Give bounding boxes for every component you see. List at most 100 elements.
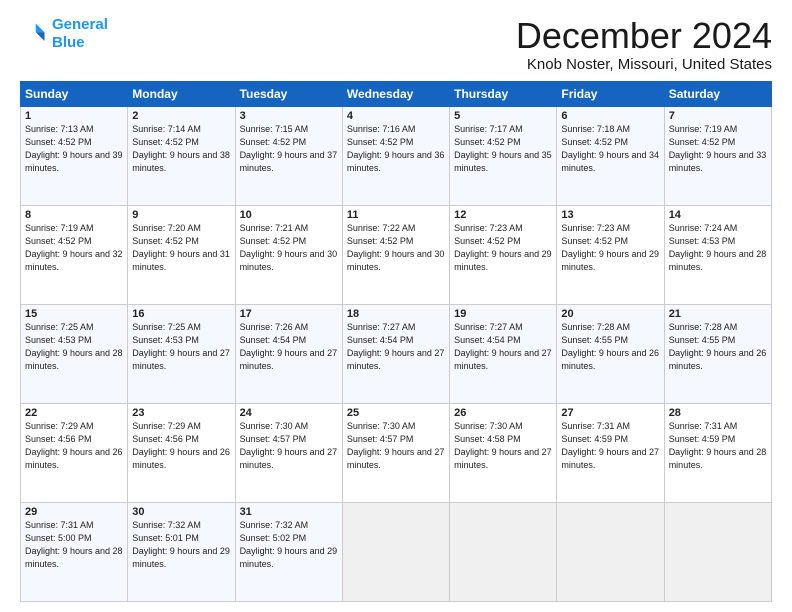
- day-info: Sunrise: 7:29 AMSunset: 4:56 PMDaylight:…: [132, 420, 230, 472]
- day-number: 28: [669, 407, 767, 419]
- day-info: Sunrise: 7:16 AMSunset: 4:52 PMDaylight:…: [347, 123, 445, 175]
- calendar-cell: 10Sunrise: 7:21 AMSunset: 4:52 PMDayligh…: [235, 205, 342, 304]
- col-friday: Friday: [557, 81, 664, 106]
- day-number: 12: [454, 209, 552, 221]
- day-info: Sunrise: 7:28 AMSunset: 4:55 PMDaylight:…: [669, 321, 767, 373]
- day-number: 13: [561, 209, 659, 221]
- main-title: December 2024: [516, 16, 772, 56]
- day-number: 14: [669, 209, 767, 221]
- day-number: 31: [240, 506, 338, 518]
- calendar-cell: 30Sunrise: 7:32 AMSunset: 5:01 PMDayligh…: [128, 502, 235, 601]
- day-number: 10: [240, 209, 338, 221]
- day-info: Sunrise: 7:18 AMSunset: 4:52 PMDaylight:…: [561, 123, 659, 175]
- day-info: Sunrise: 7:14 AMSunset: 4:52 PMDaylight:…: [132, 123, 230, 175]
- day-info: Sunrise: 7:32 AMSunset: 5:01 PMDaylight:…: [132, 519, 230, 571]
- day-info: Sunrise: 7:22 AMSunset: 4:52 PMDaylight:…: [347, 222, 445, 274]
- day-number: 30: [132, 506, 230, 518]
- day-number: 16: [132, 308, 230, 320]
- calendar-week-row: 8Sunrise: 7:19 AMSunset: 4:52 PMDaylight…: [21, 205, 772, 304]
- calendar-week-row: 29Sunrise: 7:31 AMSunset: 5:00 PMDayligh…: [21, 502, 772, 601]
- day-number: 21: [669, 308, 767, 320]
- calendar-cell: 17Sunrise: 7:26 AMSunset: 4:54 PMDayligh…: [235, 304, 342, 403]
- day-number: 6: [561, 110, 659, 122]
- day-number: 9: [132, 209, 230, 221]
- day-number: 25: [347, 407, 445, 419]
- calendar-cell: 7Sunrise: 7:19 AMSunset: 4:52 PMDaylight…: [664, 106, 771, 205]
- day-info: Sunrise: 7:13 AMSunset: 4:52 PMDaylight:…: [25, 123, 123, 175]
- day-info: Sunrise: 7:26 AMSunset: 4:54 PMDaylight:…: [240, 321, 338, 373]
- day-number: 11: [347, 209, 445, 221]
- calendar-cell: [450, 502, 557, 601]
- calendar-table: Sunday Monday Tuesday Wednesday Thursday…: [20, 81, 772, 602]
- day-number: 2: [132, 110, 230, 122]
- day-number: 15: [25, 308, 123, 320]
- logo-icon: [20, 20, 48, 48]
- day-info: Sunrise: 7:30 AMSunset: 4:57 PMDaylight:…: [240, 420, 338, 472]
- col-saturday: Saturday: [664, 81, 771, 106]
- day-number: 18: [347, 308, 445, 320]
- logo-text: General Blue: [52, 16, 108, 52]
- calendar-cell: 18Sunrise: 7:27 AMSunset: 4:54 PMDayligh…: [342, 304, 449, 403]
- calendar-week-row: 1Sunrise: 7:13 AMSunset: 4:52 PMDaylight…: [21, 106, 772, 205]
- day-number: 22: [25, 407, 123, 419]
- logo-line2: Blue: [52, 34, 85, 51]
- day-number: 8: [25, 209, 123, 221]
- day-info: Sunrise: 7:15 AMSunset: 4:52 PMDaylight:…: [240, 123, 338, 175]
- day-info: Sunrise: 7:25 AMSunset: 4:53 PMDaylight:…: [25, 321, 123, 373]
- day-info: Sunrise: 7:30 AMSunset: 4:58 PMDaylight:…: [454, 420, 552, 472]
- day-number: 20: [561, 308, 659, 320]
- calendar-cell: 5Sunrise: 7:17 AMSunset: 4:52 PMDaylight…: [450, 106, 557, 205]
- calendar-cell: 23Sunrise: 7:29 AMSunset: 4:56 PMDayligh…: [128, 403, 235, 502]
- page: General Blue December 2024 Knob Noster, …: [0, 0, 792, 612]
- day-info: Sunrise: 7:32 AMSunset: 5:02 PMDaylight:…: [240, 519, 338, 571]
- day-number: 29: [25, 506, 123, 518]
- calendar-cell: 1Sunrise: 7:13 AMSunset: 4:52 PMDaylight…: [21, 106, 128, 205]
- day-number: 1: [25, 110, 123, 122]
- calendar-cell: 6Sunrise: 7:18 AMSunset: 4:52 PMDaylight…: [557, 106, 664, 205]
- calendar-cell: 31Sunrise: 7:32 AMSunset: 5:02 PMDayligh…: [235, 502, 342, 601]
- day-info: Sunrise: 7:27 AMSunset: 4:54 PMDaylight:…: [347, 321, 445, 373]
- calendar-cell: 4Sunrise: 7:16 AMSunset: 4:52 PMDaylight…: [342, 106, 449, 205]
- day-info: Sunrise: 7:24 AMSunset: 4:53 PMDaylight:…: [669, 222, 767, 274]
- calendar-cell: [342, 502, 449, 601]
- day-info: Sunrise: 7:21 AMSunset: 4:52 PMDaylight:…: [240, 222, 338, 274]
- day-number: 5: [454, 110, 552, 122]
- day-number: 3: [240, 110, 338, 122]
- calendar-cell: [557, 502, 664, 601]
- calendar-cell: 15Sunrise: 7:25 AMSunset: 4:53 PMDayligh…: [21, 304, 128, 403]
- calendar-cell: 8Sunrise: 7:19 AMSunset: 4:52 PMDaylight…: [21, 205, 128, 304]
- calendar-cell: 9Sunrise: 7:20 AMSunset: 4:52 PMDaylight…: [128, 205, 235, 304]
- subtitle: Knob Noster, Missouri, United States: [516, 56, 772, 73]
- day-info: Sunrise: 7:31 AMSunset: 4:59 PMDaylight:…: [561, 420, 659, 472]
- calendar-cell: 28Sunrise: 7:31 AMSunset: 4:59 PMDayligh…: [664, 403, 771, 502]
- day-info: Sunrise: 7:31 AMSunset: 4:59 PMDaylight:…: [669, 420, 767, 472]
- day-info: Sunrise: 7:27 AMSunset: 4:54 PMDaylight:…: [454, 321, 552, 373]
- calendar-cell: 29Sunrise: 7:31 AMSunset: 5:00 PMDayligh…: [21, 502, 128, 601]
- day-info: Sunrise: 7:25 AMSunset: 4:53 PMDaylight:…: [132, 321, 230, 373]
- calendar-cell: 13Sunrise: 7:23 AMSunset: 4:52 PMDayligh…: [557, 205, 664, 304]
- col-tuesday: Tuesday: [235, 81, 342, 106]
- calendar-cell: 12Sunrise: 7:23 AMSunset: 4:52 PMDayligh…: [450, 205, 557, 304]
- day-number: 4: [347, 110, 445, 122]
- day-info: Sunrise: 7:23 AMSunset: 4:52 PMDaylight:…: [561, 222, 659, 274]
- calendar: Sunday Monday Tuesday Wednesday Thursday…: [20, 81, 772, 602]
- calendar-cell: 22Sunrise: 7:29 AMSunset: 4:56 PMDayligh…: [21, 403, 128, 502]
- day-info: Sunrise: 7:17 AMSunset: 4:52 PMDaylight:…: [454, 123, 552, 175]
- calendar-cell: 16Sunrise: 7:25 AMSunset: 4:53 PMDayligh…: [128, 304, 235, 403]
- day-info: Sunrise: 7:23 AMSunset: 4:52 PMDaylight:…: [454, 222, 552, 274]
- logo-line1: General: [52, 16, 108, 33]
- header: General Blue December 2024 Knob Noster, …: [20, 16, 772, 73]
- calendar-cell: 24Sunrise: 7:30 AMSunset: 4:57 PMDayligh…: [235, 403, 342, 502]
- day-info: Sunrise: 7:31 AMSunset: 5:00 PMDaylight:…: [25, 519, 123, 571]
- day-number: 19: [454, 308, 552, 320]
- day-info: Sunrise: 7:30 AMSunset: 4:57 PMDaylight:…: [347, 420, 445, 472]
- calendar-cell: 21Sunrise: 7:28 AMSunset: 4:55 PMDayligh…: [664, 304, 771, 403]
- logo: General Blue: [20, 16, 108, 52]
- day-number: 24: [240, 407, 338, 419]
- day-number: 26: [454, 407, 552, 419]
- calendar-week-row: 15Sunrise: 7:25 AMSunset: 4:53 PMDayligh…: [21, 304, 772, 403]
- col-thursday: Thursday: [450, 81, 557, 106]
- calendar-week-row: 22Sunrise: 7:29 AMSunset: 4:56 PMDayligh…: [21, 403, 772, 502]
- calendar-cell: 20Sunrise: 7:28 AMSunset: 4:55 PMDayligh…: [557, 304, 664, 403]
- day-info: Sunrise: 7:29 AMSunset: 4:56 PMDaylight:…: [25, 420, 123, 472]
